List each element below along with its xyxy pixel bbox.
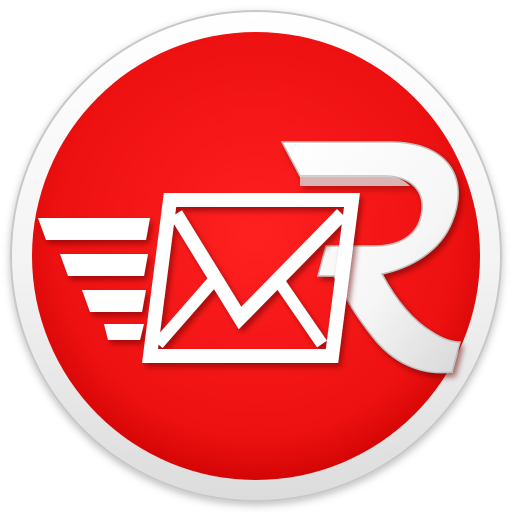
app-icon-canvas [0,0,512,512]
mail-app-logo [10,10,502,502]
